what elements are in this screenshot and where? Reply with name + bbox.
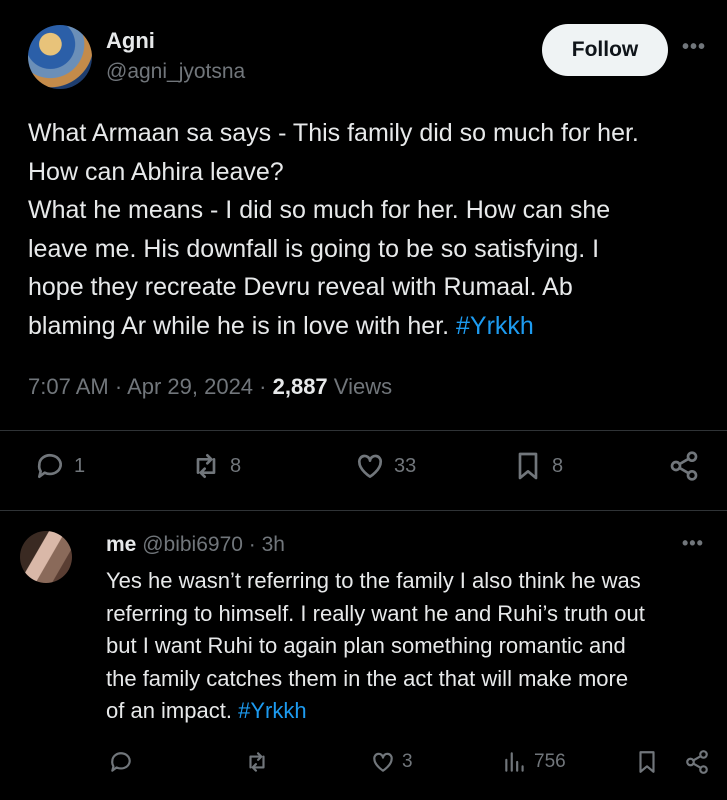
like-count: 3 xyxy=(402,751,413,772)
author-name[interactable]: Agni xyxy=(106,28,155,54)
meta-separator: · xyxy=(253,374,273,399)
tweet-text-line-end: blaming Ar while he is in love with her. xyxy=(28,311,456,340)
author-handle[interactable]: @agni_jyotsna xyxy=(106,60,245,84)
analytics-icon xyxy=(505,752,524,772)
tweet-actions: 1 8 33 8 xyxy=(0,450,727,490)
main-tweet: Agni @agni_jyotsna Follow ••• What Armaa… xyxy=(0,0,727,511)
reply-actions: 3 756 xyxy=(0,749,727,779)
reply-text-line: referring to himself. I really want he a… xyxy=(106,600,645,626)
follow-button[interactable]: Follow xyxy=(542,24,668,76)
bookmark-icon xyxy=(639,751,655,773)
like-button[interactable]: 33 xyxy=(354,450,416,482)
divider xyxy=(0,430,727,431)
bookmark-count: 8 xyxy=(552,454,564,477)
tweet-text: What Armaan sa says - This family did so… xyxy=(28,114,718,345)
tweet-date[interactable]: Apr 29, 2024 xyxy=(127,374,253,399)
views-label: Views xyxy=(333,374,393,399)
share-button[interactable] xyxy=(668,450,700,482)
reply-separator: · xyxy=(242,533,262,556)
share-button[interactable] xyxy=(684,749,710,775)
hashtag-link[interactable]: #Yrkkh xyxy=(238,698,306,723)
reply-button[interactable] xyxy=(108,749,134,775)
tweet-text-line: What he means - I did so much for her. H… xyxy=(28,196,611,224)
reply-button[interactable]: 1 xyxy=(34,450,85,482)
tweet-text-line: How can Abhira leave? xyxy=(28,157,284,186)
tweet-time[interactable]: 7:07 AM xyxy=(28,374,109,399)
tweet-text-line: blaming Ar while he is in love with her.… xyxy=(28,307,718,346)
reply-text-line: the family catches them in the act that … xyxy=(106,665,629,691)
reply-text: Yes he wasn’t referring to the family I … xyxy=(106,565,721,728)
reply-text-line: but I want Ruhi to again plan something … xyxy=(106,633,626,658)
repost-icon xyxy=(196,454,216,478)
reply-author-handle[interactable]: @bibi6970 xyxy=(142,533,243,556)
more-options-icon[interactable]: ••• xyxy=(682,36,706,59)
like-count: 33 xyxy=(394,454,417,477)
reply-tweet[interactable]: me @bibi6970 · 3h ••• Yes he wasn’t refe… xyxy=(0,511,727,800)
more-options-icon[interactable]: ••• xyxy=(682,533,704,554)
repost-icon xyxy=(249,752,265,772)
meta-separator: · xyxy=(108,374,128,399)
views-count: 2,887 xyxy=(272,374,328,399)
author-avatar[interactable] xyxy=(28,25,92,89)
hashtag-link[interactable]: #Yrkkh xyxy=(456,312,534,340)
reply-header: me @bibi6970 · 3h xyxy=(106,533,285,557)
tweet-text-line: What Armaan sa says - This family did so… xyxy=(28,119,639,147)
repost-count: 8 xyxy=(230,454,242,477)
reply-count: 1 xyxy=(74,454,86,477)
bookmark-icon xyxy=(518,452,538,480)
reply-icon xyxy=(37,453,62,478)
share-icon xyxy=(686,750,708,774)
reply-text-line: of an impact. #Yrkkh xyxy=(106,695,721,728)
views-button[interactable]: 756 xyxy=(502,749,566,775)
tweet-text-line: hope they recreate Devru reveal with Rum… xyxy=(28,273,573,301)
tweet-meta: 7:07 AM · Apr 29, 2024 · 2,887 Views xyxy=(28,374,392,400)
views-count: 756 xyxy=(534,751,566,772)
like-button[interactable]: 3 xyxy=(370,749,413,775)
heart-icon xyxy=(373,752,393,772)
repost-button[interactable]: 8 xyxy=(190,450,241,482)
tweet-text-line: leave me. His downfall is going to be so… xyxy=(28,234,600,263)
reply-avatar[interactable] xyxy=(20,531,72,583)
bookmark-button[interactable] xyxy=(634,749,660,775)
share-icon xyxy=(670,451,698,481)
bookmark-button[interactable]: 8 xyxy=(512,450,563,482)
reply-icon xyxy=(111,752,131,772)
repost-button[interactable] xyxy=(244,749,270,775)
reply-text-line: Yes he wasn’t referring to the family I … xyxy=(106,568,641,593)
reply-author-name[interactable]: me xyxy=(106,533,136,556)
heart-icon xyxy=(357,454,383,478)
reply-time[interactable]: 3h xyxy=(262,533,285,556)
reply-text-line-end: of an impact. xyxy=(106,698,239,723)
